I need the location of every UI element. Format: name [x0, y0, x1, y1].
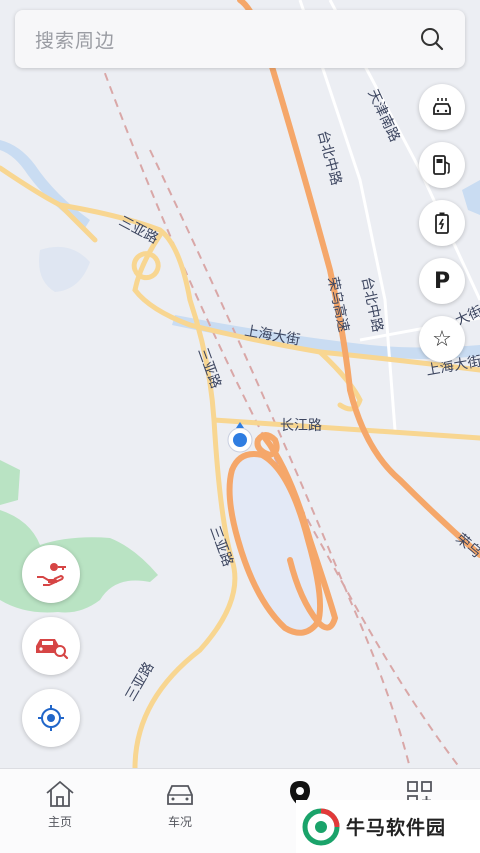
find-car-button[interactable] [22, 617, 80, 675]
gas-pump-icon [433, 155, 450, 175]
car-key-button[interactable] [22, 545, 80, 603]
watermark: 牛马软件园 [296, 800, 480, 853]
car-wash-button[interactable] [419, 84, 465, 130]
left-toolbar [22, 545, 80, 761]
crosshair-icon [38, 705, 64, 731]
search-icon[interactable] [419, 26, 445, 52]
car-wash-icon [433, 98, 451, 115]
hand-key-icon [37, 563, 66, 586]
right-toolbar: P ☆ [419, 84, 465, 374]
nav-home-label: 主页 [47, 815, 72, 829]
battery-charging-icon [435, 212, 449, 234]
map-label-changjiang-road: 长江路 [280, 418, 322, 434]
nav-home[interactable]: 主页 [0, 769, 120, 853]
watermark-text: 牛马软件园 [346, 817, 447, 839]
watermark-logo-icon [302, 808, 340, 845]
search-bar[interactable]: 搜索周边 [15, 10, 465, 68]
parking-button[interactable]: P [419, 258, 465, 304]
locate-button[interactable] [22, 689, 80, 747]
nav-vehicle-status[interactable]: 车况 [120, 769, 240, 853]
nav-vehicle-status-label: 车况 [167, 815, 192, 829]
favorites-button[interactable]: ☆ [419, 316, 465, 362]
search-placeholder: 搜索周边 [35, 29, 116, 52]
car-search-icon [36, 639, 69, 660]
charging-button[interactable] [419, 200, 465, 246]
gas-station-button[interactable] [419, 142, 465, 188]
car-icon [167, 785, 193, 805]
home-icon [46, 780, 74, 807]
